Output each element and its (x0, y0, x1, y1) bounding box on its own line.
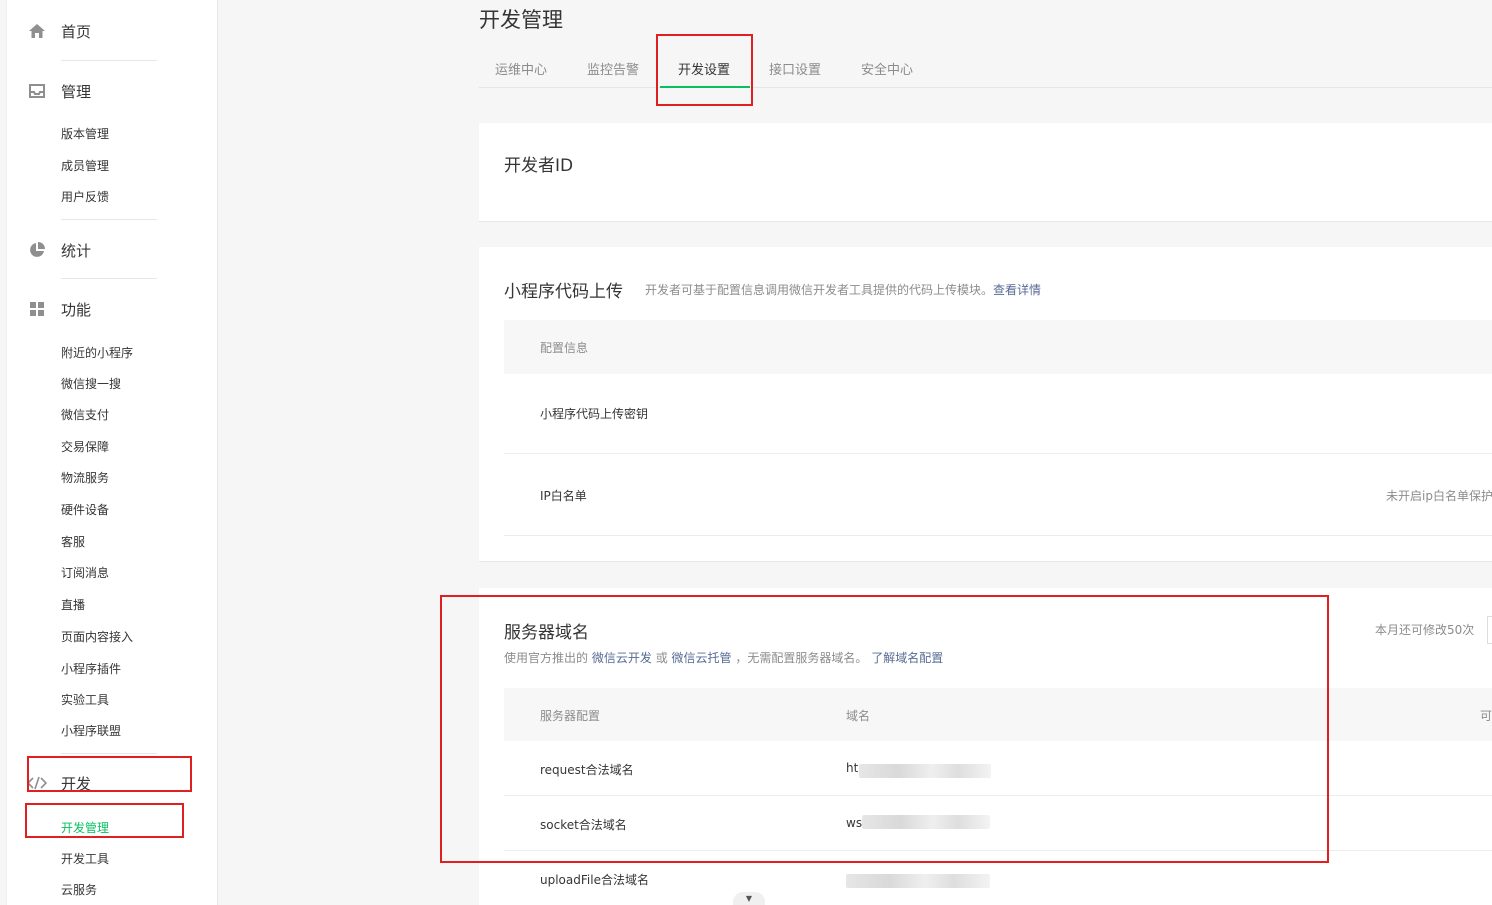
row-label: IP白名单 (540, 489, 587, 503)
inbox-icon (27, 81, 47, 101)
sidebar-item-search[interactable]: 微信搜一搜 (61, 375, 121, 392)
row-label: 小程序代码上传密钥 (540, 407, 649, 421)
tab-security[interactable]: 安全中心 (861, 59, 913, 78)
blurred-domain (859, 764, 991, 778)
sidebar-item-label: 开发 (61, 774, 92, 793)
table-header: 服务器配置 域名 可 (504, 688, 1492, 741)
blurred-domain (846, 874, 990, 888)
divider (61, 278, 157, 279)
modify-button[interactable] (1487, 616, 1492, 644)
blurred-domain (862, 815, 990, 829)
ip-whitelist-status: 未开启ip白名单保护 (1386, 489, 1492, 503)
card-description: 开发者可基于配置信息调用微信开发者工具提供的代码上传模块。查看详情 (645, 281, 1041, 298)
sidebar-item-feedback[interactable]: 用户反馈 (61, 188, 109, 205)
sidebar-item-logistics[interactable]: 物流服务 (61, 469, 109, 486)
card-description: 使用官方推出的 微信云开发 或 微信云托管 ，无需配置服务器域名。 了解域名配置 (504, 649, 943, 666)
tab-ops[interactable]: 运维中心 (495, 59, 547, 78)
cloud-dev-link[interactable]: 微信云开发 (592, 651, 652, 665)
sidebar-item-nearby[interactable]: 附近的小程序 (61, 344, 133, 361)
tab-active-indicator (660, 86, 750, 88)
table-row: uploadFile合法域名 (504, 851, 1492, 905)
column-header: 域名 (846, 709, 871, 723)
sidebar-item-dev-tools[interactable]: 开发工具 (61, 850, 109, 867)
row-label: uploadFile合法域名 (540, 873, 649, 887)
sidebar-item-pay[interactable]: 微信支付 (61, 406, 109, 423)
description-text: 开发者可基于配置信息调用微信开发者工具提供的代码上传模块。 (645, 283, 994, 297)
tab-monitor[interactable]: 监控告警 (587, 59, 639, 78)
grid-icon (27, 299, 47, 319)
sidebar-item-trade[interactable]: 交易保障 (61, 438, 109, 455)
cloud-hosting-link[interactable]: 微信云托管 (672, 651, 732, 665)
sidebar-item-label: 功能 (61, 300, 92, 319)
sidebar-item-plugin[interactable]: 小程序插件 (61, 660, 121, 677)
pie-chart-icon (27, 240, 47, 260)
sidebar: 首页 管理 版本管理 成员管理 用户反馈 统计 功能 附近的小程序 微信搜一搜 … (6, 0, 218, 905)
sidebar-item-members[interactable]: 成员管理 (61, 157, 109, 174)
tab-api-settings[interactable]: 接口设置 (769, 59, 821, 78)
code-upload-card: 小程序代码上传 开发者可基于配置信息调用微信开发者工具提供的代码上传模块。查看详… (479, 247, 1492, 562)
table-row: request合法域名 ht (504, 741, 1492, 796)
home-icon (27, 21, 47, 41)
description-text: 使用官方推出的 (504, 651, 589, 665)
server-domain-card: 服务器域名 本月还可修改50次 使用官方推出的 微信云开发 或 微信云托管 ，无… (479, 588, 1492, 905)
description-text: 或 (655, 651, 668, 665)
sidebar-item-label: 管理 (61, 82, 92, 101)
domain-value: ws (846, 816, 863, 830)
developer-id-card: 开发者ID (479, 123, 1492, 222)
card-title: 小程序代码上传 (504, 282, 623, 302)
domain-value: ht (846, 761, 859, 775)
modify-quota: 本月还可修改50次 (1375, 623, 1475, 637)
row-label: socket合法域名 (540, 818, 627, 832)
sidebar-item-lab[interactable]: 实验工具 (61, 691, 109, 708)
table-row: socket合法域名 ws (504, 796, 1492, 851)
domain-config-link[interactable]: 了解域名配置 (871, 651, 943, 665)
sidebar-item-cloud[interactable]: 云服务 (61, 881, 97, 898)
sidebar-item-subscribe[interactable]: 订阅消息 (61, 564, 109, 581)
row-label: request合法域名 (540, 763, 634, 777)
sidebar-item-version[interactable]: 版本管理 (61, 125, 109, 142)
sidebar-item-content[interactable]: 页面内容接入 (61, 628, 133, 645)
sidebar-item-service[interactable]: 客服 (61, 533, 85, 550)
column-header: 服务器配置 (540, 709, 601, 723)
table-row: IP白名单 未开启ip白名单保护 (504, 454, 1492, 536)
sidebar-item-hardware[interactable]: 硬件设备 (61, 501, 109, 518)
divider (61, 60, 157, 61)
scroll-down-icon[interactable]: ▼ (733, 892, 765, 905)
sidebar-item-label: 统计 (61, 241, 92, 260)
divider (61, 219, 157, 220)
sidebar-item-dev-manage[interactable]: 开发管理 (61, 819, 109, 836)
sidebar-item-union[interactable]: 小程序联盟 (61, 722, 121, 739)
description-text: ，无需配置服务器域名。 (735, 651, 868, 665)
code-icon (27, 773, 47, 793)
column-header: 配置信息 (540, 341, 589, 355)
card-title: 开发者ID (504, 156, 574, 176)
divider (61, 753, 157, 754)
card-title: 服务器域名 (504, 623, 589, 643)
sidebar-item-live[interactable]: 直播 (61, 596, 85, 613)
page-title: 开发管理 (479, 8, 563, 32)
tab-dev-settings[interactable]: 开发设置 (678, 59, 730, 78)
tab-bar: 运维中心 监控告警 开发设置 接口设置 安全中心 (479, 50, 1492, 88)
sidebar-item-label: 首页 (61, 22, 92, 41)
details-link[interactable]: 查看详情 (993, 283, 1041, 297)
table-row: 小程序代码上传密钥 (504, 374, 1492, 454)
table-header: 配置信息 (504, 320, 1492, 374)
column-header: 可 (1480, 709, 1492, 723)
